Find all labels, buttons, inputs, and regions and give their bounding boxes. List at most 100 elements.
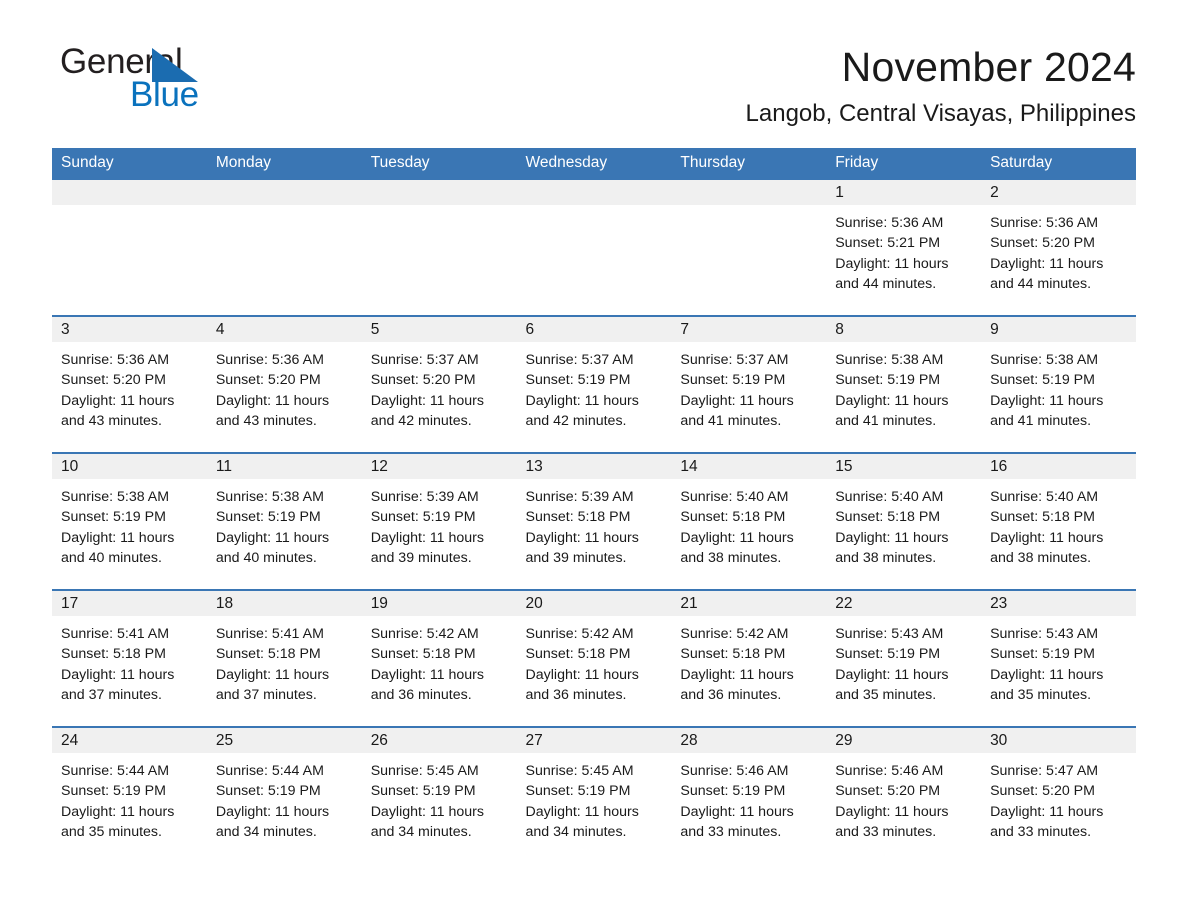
calendar-day-cell[interactable]: 22 Sunrise: 5:43 AM Sunset: 5:19 PM Dayligh… [826,589,982,728]
day-cell-content [671,180,827,315]
calendar-day-cell[interactable]: 17 Sunrise: 5:41 AM Sunset: 5:18 PM Dayligh… [52,589,207,728]
day-cell-content: 12 Sunrise: 5:39 AM Sunset: 5:19 PM Dayligh… [361,454,517,589]
daylight-text: Daylight: 11 hours and 34 minutes. [525,803,639,840]
day-number: 10 [52,454,207,480]
sunrise-text: Sunrise: 5:39 AM [525,489,634,506]
day-number: 3 [52,317,207,343]
calendar-day-cell[interactable]: 28 Sunrise: 5:46 AM Sunset: 5:19 PM Dayligh… [671,726,827,864]
day-number: 25 [206,728,362,754]
day-cell-content: 1 Sunrise: 5:36 AM Sunset: 5:21 PM Daylight… [826,180,982,315]
day-details: Sunrise: 5:39 AM Sunset: 5:19 PM Daylight:… [362,479,517,568]
calendar-day-cell[interactable]: 30 Sunrise: 5:47 AM Sunset: 5:20 PM Dayligh… [981,726,1136,864]
sunset-text: Sunset: 5:18 PM [215,646,321,663]
calendar-day-cell[interactable]: 25 Sunrise: 5:44 AM Sunset: 5:19 PM Dayligh… [206,726,362,864]
daylight-text: Daylight: 11 hours and 33 minutes. [835,803,949,840]
day-details: Sunrise: 5:38 AM Sunset: 5:19 PM Daylight:… [826,342,981,431]
day-number: 20 [516,591,672,617]
day-details: Sunrise: 5:46 AM Sunset: 5:20 PM Daylight:… [826,753,981,842]
calendar-day-cell[interactable]: 11 Sunrise: 5:38 AM Sunset: 5:19 PM Dayligh… [206,452,362,591]
calendar-day-cell[interactable]: 18 Sunrise: 5:41 AM Sunset: 5:18 PM Dayligh… [206,589,362,728]
calendar-day-cell[interactable]: 23 Sunrise: 5:43 AM Sunset: 5:19 PM Dayligh… [981,589,1136,728]
day-number: 7 [671,317,827,343]
day-cell-content: 7 Sunrise: 5:37 AM Sunset: 5:19 PM Daylight… [671,317,827,452]
calendar-day-cell[interactable]: 19 Sunrise: 5:42 AM Sunset: 5:18 PM Dayligh… [361,589,517,728]
day-cell-content: 16 Sunrise: 5:40 AM Sunset: 5:18 PM Dayligh… [981,454,1136,589]
sunset-text: Sunset: 5:19 PM [61,509,166,526]
sunrise-text: Sunrise: 5:37 AM [370,352,479,369]
day-cell-content [52,180,207,315]
day-details: Sunrise: 5:40 AM Sunset: 5:18 PM Daylight:… [981,479,1136,568]
weekday-header-sunday: Sunday [52,148,207,181]
day-cell-content: 20 Sunrise: 5:42 AM Sunset: 5:18 PM Dayligh… [516,591,672,726]
day-details: Sunrise: 5:41 AM Sunset: 5:18 PM Daylight:… [207,616,362,705]
day-cell-content: 18 Sunrise: 5:41 AM Sunset: 5:18 PM Dayligh… [206,591,362,726]
day-details: Sunrise: 5:46 AM Sunset: 5:19 PM Daylight:… [671,753,826,842]
calendar-day-cell[interactable]: 14 Sunrise: 5:40 AM Sunset: 5:18 PM Dayligh… [671,452,827,591]
daylight-text: Daylight: 11 hours and 39 minutes. [525,529,639,566]
daylight-text: Daylight: 11 hours and 34 minutes. [370,803,484,840]
day-details: Sunrise: 5:37 AM Sunset: 5:19 PM Daylight:… [517,342,672,431]
calendar-day-cell[interactable]: 20 Sunrise: 5:42 AM Sunset: 5:18 PM Dayligh… [516,589,672,728]
calendar-day-cell[interactable]: 16 Sunrise: 5:40 AM Sunset: 5:18 PM Dayligh… [981,452,1136,591]
day-details: Sunrise: 5:43 AM Sunset: 5:19 PM Daylight:… [981,616,1136,705]
sunset-text: Sunset: 5:19 PM [370,783,476,800]
brand-logo[interactable]: General Blue [52,44,312,120]
sunrise-text: Sunrise: 5:37 AM [680,352,789,369]
day-cell-content: 19 Sunrise: 5:42 AM Sunset: 5:18 PM Dayligh… [361,591,517,726]
sunrise-text: Sunrise: 5:45 AM [525,763,634,780]
day-number: 29 [826,728,982,754]
day-details: Sunrise: 5:40 AM Sunset: 5:18 PM Daylight:… [826,479,981,568]
daylight-text: Daylight: 11 hours and 36 minutes. [370,666,484,703]
calendar-empty-cell [206,180,362,316]
calendar-day-cell[interactable]: 9 Sunrise: 5:38 AM Sunset: 5:19 PM Daylight… [981,315,1136,454]
sunrise-text: Sunrise: 5:46 AM [680,763,789,780]
calendar-day-cell[interactable]: 10 Sunrise: 5:38 AM Sunset: 5:19 PM Dayligh… [52,452,207,591]
daylight-text: Daylight: 11 hours and 33 minutes. [990,803,1104,840]
day-number: 9 [981,317,1136,343]
calendar-grid: Sunday Monday Tuesday Wednesday Thursday… [52,148,1136,864]
daylight-text: Daylight: 11 hours and 35 minutes. [61,803,175,840]
day-details: Sunrise: 5:40 AM Sunset: 5:18 PM Daylight:… [671,479,826,568]
daylight-text: Daylight: 11 hours and 36 minutes. [525,666,639,703]
calendar-day-cell[interactable]: 3 Sunrise: 5:36 AM Sunset: 5:20 PM Daylight… [52,315,207,454]
weekday-header-thursday: Thursday [671,148,827,181]
day-number: 13 [516,454,672,480]
day-number: 1 [826,180,982,206]
calendar-day-cell[interactable]: 24 Sunrise: 5:44 AM Sunset: 5:19 PM Dayligh… [52,726,207,864]
calendar-day-cell[interactable]: 26 Sunrise: 5:45 AM Sunset: 5:19 PM Dayligh… [361,726,517,864]
sunset-text: Sunset: 5:19 PM [835,646,941,663]
calendar-day-cell[interactable]: 6 Sunrise: 5:37 AM Sunset: 5:19 PM Daylight… [516,315,672,454]
sunset-text: Sunset: 5:18 PM [680,646,786,663]
sunrise-text: Sunrise: 5:36 AM [61,352,170,369]
calendar-day-cell[interactable]: 29 Sunrise: 5:46 AM Sunset: 5:20 PM Dayligh… [826,726,982,864]
calendar-day-cell[interactable]: 5 Sunrise: 5:37 AM Sunset: 5:20 PM Daylight… [361,315,517,454]
brand-name-blue: Blue [130,75,199,114]
calendar-day-cell[interactable]: 7 Sunrise: 5:37 AM Sunset: 5:19 PM Daylight… [671,315,827,454]
calendar-day-cell[interactable]: 27 Sunrise: 5:45 AM Sunset: 5:19 PM Dayligh… [516,726,672,864]
sunset-text: Sunset: 5:20 PM [990,235,1095,252]
calendar-day-cell[interactable]: 21 Sunrise: 5:42 AM Sunset: 5:18 PM Dayligh… [671,589,827,728]
calendar-day-cell[interactable]: 1 Sunrise: 5:36 AM Sunset: 5:21 PM Daylight… [826,180,982,316]
day-number: 30 [981,728,1136,754]
day-number: 11 [206,454,362,480]
calendar-day-cell[interactable]: 12 Sunrise: 5:39 AM Sunset: 5:19 PM Dayligh… [361,452,517,591]
page-header: General Blue November 2024 Langob, Centr… [52,0,1136,127]
day-cell-content: 25 Sunrise: 5:44 AM Sunset: 5:19 PM Dayligh… [206,728,362,863]
calendar-day-cell[interactable]: 15 Sunrise: 5:40 AM Sunset: 5:18 PM Dayligh… [826,452,982,591]
sunrise-text: Sunrise: 5:41 AM [61,626,170,643]
day-cell-content: 23 Sunrise: 5:43 AM Sunset: 5:19 PM Dayligh… [981,591,1136,726]
sunrise-text: Sunrise: 5:45 AM [370,763,479,780]
title-block: November 2024 Langob, Central Visayas, P… [312,44,1136,127]
daylight-text: Daylight: 11 hours and 43 minutes. [215,392,330,429]
sunset-text: Sunset: 5:19 PM [990,372,1095,389]
sunset-text: Sunset: 5:18 PM [525,646,631,663]
calendar-day-cell[interactable]: 13 Sunrise: 5:39 AM Sunset: 5:18 PM Dayligh… [516,452,672,591]
day-cell-content: 8 Sunrise: 5:38 AM Sunset: 5:19 PM Daylight… [826,317,982,452]
daylight-text: Daylight: 11 hours and 34 minutes. [215,803,330,840]
calendar-day-cell[interactable]: 2 Sunrise: 5:36 AM Sunset: 5:20 PM Daylight… [981,180,1136,316]
day-cell-content: 29 Sunrise: 5:46 AM Sunset: 5:20 PM Dayligh… [826,728,982,863]
sunrise-text: Sunrise: 5:38 AM [215,489,324,506]
day-cell-content: 11 Sunrise: 5:38 AM Sunset: 5:19 PM Dayligh… [206,454,362,589]
calendar-day-cell[interactable]: 4 Sunrise: 5:36 AM Sunset: 5:20 PM Daylight… [206,315,362,454]
calendar-day-cell[interactable]: 8 Sunrise: 5:38 AM Sunset: 5:19 PM Daylight… [826,315,982,454]
